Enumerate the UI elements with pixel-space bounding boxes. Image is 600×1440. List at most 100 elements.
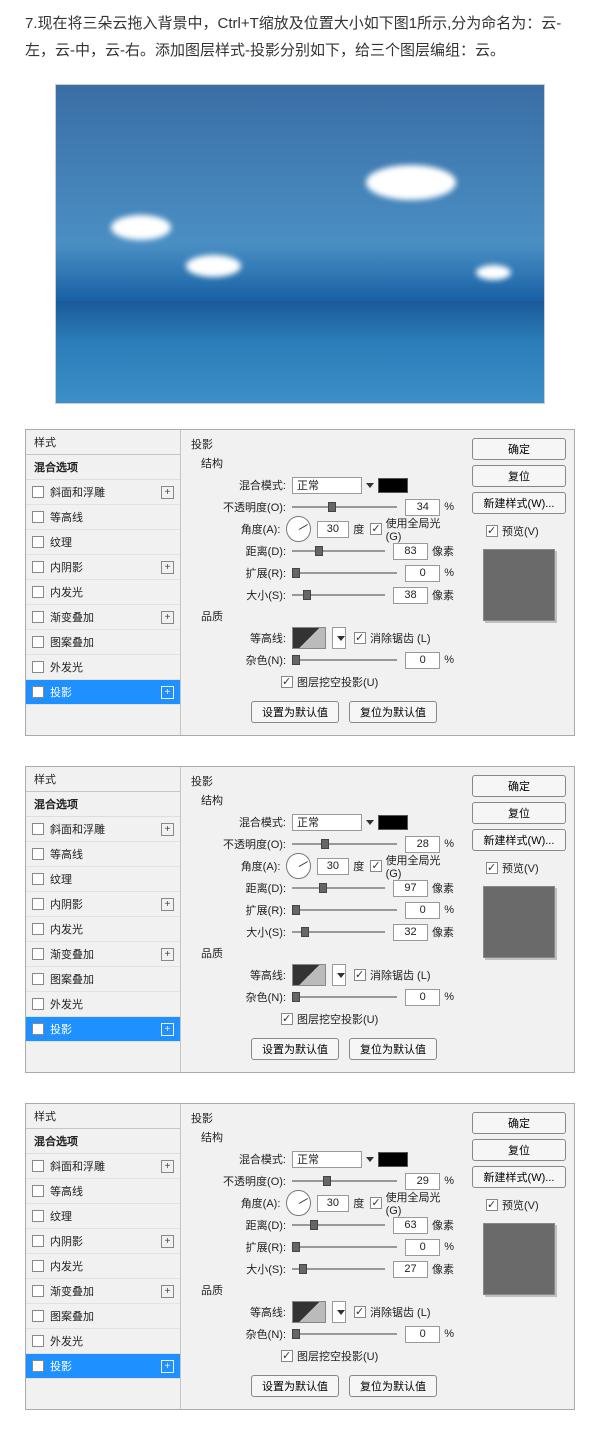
new-style-button[interactable]: 新建样式(W)...: [472, 492, 566, 514]
style-texture[interactable]: 纹理: [26, 1204, 180, 1229]
angle-input[interactable]: 30: [317, 858, 350, 875]
style-outer-glow[interactable]: 外发光: [26, 1329, 180, 1354]
color-swatch[interactable]: [378, 478, 408, 493]
distance-input[interactable]: 97: [393, 880, 428, 897]
angle-dial[interactable]: [286, 1190, 310, 1216]
opacity-input[interactable]: 29: [405, 1173, 440, 1190]
style-gradient-overlay[interactable]: 渐变叠加+: [26, 1279, 180, 1304]
style-gradient-overlay[interactable]: 渐变叠加+: [26, 942, 180, 967]
opacity-input[interactable]: 34: [405, 499, 440, 516]
opacity-slider[interactable]: [292, 506, 397, 508]
style-bevel[interactable]: 斜面和浮雕+: [26, 480, 180, 505]
antialias-checkbox[interactable]: [354, 632, 366, 644]
style-drop-shadow[interactable]: 投影+: [26, 1017, 180, 1042]
chevron-down-icon[interactable]: [332, 627, 346, 649]
size-input[interactable]: 38: [393, 587, 428, 604]
style-pattern-overlay[interactable]: 图案叠加: [26, 630, 180, 655]
chevron-down-icon[interactable]: [366, 483, 374, 488]
distance-slider[interactable]: [292, 887, 385, 889]
blending-options-row[interactable]: 混合选项: [26, 455, 180, 480]
reset-default-button[interactable]: 复位为默认值: [349, 701, 437, 723]
preview-checkbox[interactable]: [486, 525, 498, 537]
chevron-down-icon[interactable]: [366, 1157, 374, 1162]
chevron-down-icon[interactable]: [332, 964, 346, 986]
knockout-checkbox[interactable]: [281, 676, 293, 688]
spread-slider[interactable]: [292, 1246, 397, 1248]
knockout-checkbox[interactable]: [281, 1350, 293, 1362]
angle-dial[interactable]: [286, 853, 310, 879]
noise-slider[interactable]: [292, 996, 397, 998]
plus-icon[interactable]: +: [161, 948, 174, 961]
style-contour[interactable]: 等高线: [26, 1179, 180, 1204]
noise-slider[interactable]: [292, 659, 397, 661]
plus-icon[interactable]: +: [161, 1160, 174, 1173]
noise-slider[interactable]: [292, 1333, 397, 1335]
blend-mode-select[interactable]: 正常: [292, 1151, 362, 1168]
style-texture[interactable]: 纹理: [26, 867, 180, 892]
style-inner-glow[interactable]: 内发光: [26, 917, 180, 942]
spread-slider[interactable]: [292, 572, 397, 574]
spread-slider[interactable]: [292, 909, 397, 911]
style-inner-glow[interactable]: 内发光: [26, 1254, 180, 1279]
plus-icon[interactable]: +: [161, 686, 174, 699]
chevron-down-icon[interactable]: [366, 820, 374, 825]
chevron-down-icon[interactable]: [332, 1301, 346, 1323]
style-inner-shadow[interactable]: 内阴影+: [26, 555, 180, 580]
noise-input[interactable]: 0: [405, 989, 440, 1006]
reset-default-button[interactable]: 复位为默认值: [349, 1038, 437, 1060]
plus-icon[interactable]: +: [161, 1023, 174, 1036]
spread-input[interactable]: 0: [405, 565, 440, 582]
distance-input[interactable]: 83: [393, 543, 428, 560]
plus-icon[interactable]: +: [161, 1285, 174, 1298]
noise-input[interactable]: 0: [405, 652, 440, 669]
reset-button[interactable]: 复位: [472, 1139, 566, 1161]
noise-input[interactable]: 0: [405, 1326, 440, 1343]
color-swatch[interactable]: [378, 815, 408, 830]
distance-slider[interactable]: [292, 550, 385, 552]
style-pattern-overlay[interactable]: 图案叠加: [26, 1304, 180, 1329]
ok-button[interactable]: 确定: [472, 438, 566, 460]
size-input[interactable]: 27: [393, 1261, 428, 1278]
size-slider[interactable]: [292, 931, 385, 933]
style-drop-shadow[interactable]: 投影+: [26, 680, 180, 705]
style-inner-shadow[interactable]: 内阴影+: [26, 892, 180, 917]
plus-icon[interactable]: +: [161, 1235, 174, 1248]
style-drop-shadow[interactable]: 投影+: [26, 1354, 180, 1379]
antialias-checkbox[interactable]: [354, 1306, 366, 1318]
blending-options-row[interactable]: 混合选项: [26, 1129, 180, 1154]
color-swatch[interactable]: [378, 1152, 408, 1167]
distance-slider[interactable]: [292, 1224, 385, 1226]
preview-checkbox[interactable]: [486, 862, 498, 874]
size-slider[interactable]: [292, 594, 385, 596]
contour-picker[interactable]: [292, 627, 326, 649]
size-slider[interactable]: [292, 1268, 385, 1270]
size-input[interactable]: 32: [393, 924, 428, 941]
style-contour[interactable]: 等高线: [26, 842, 180, 867]
contour-picker[interactable]: [292, 1301, 326, 1323]
set-default-button[interactable]: 设置为默认值: [251, 701, 339, 723]
plus-icon[interactable]: +: [161, 1360, 174, 1373]
spread-input[interactable]: 0: [405, 902, 440, 919]
new-style-button[interactable]: 新建样式(W)...: [472, 1166, 566, 1188]
antialias-checkbox[interactable]: [354, 969, 366, 981]
opacity-slider[interactable]: [292, 843, 397, 845]
contour-picker[interactable]: [292, 964, 326, 986]
opacity-slider[interactable]: [292, 1180, 397, 1182]
knockout-checkbox[interactable]: [281, 1013, 293, 1025]
global-light-checkbox[interactable]: [370, 523, 381, 535]
style-inner-glow[interactable]: 内发光: [26, 580, 180, 605]
style-gradient-overlay[interactable]: 渐变叠加+: [26, 605, 180, 630]
ok-button[interactable]: 确定: [472, 1112, 566, 1134]
set-default-button[interactable]: 设置为默认值: [251, 1375, 339, 1397]
spread-input[interactable]: 0: [405, 1239, 440, 1256]
opacity-input[interactable]: 28: [405, 836, 440, 853]
plus-icon[interactable]: +: [161, 486, 174, 499]
set-default-button[interactable]: 设置为默认值: [251, 1038, 339, 1060]
plus-icon[interactable]: +: [161, 823, 174, 836]
style-texture[interactable]: 纹理: [26, 530, 180, 555]
style-outer-glow[interactable]: 外发光: [26, 655, 180, 680]
preview-checkbox[interactable]: [486, 1199, 498, 1211]
angle-dial[interactable]: [286, 516, 310, 542]
angle-input[interactable]: 30: [317, 1195, 350, 1212]
blending-options-row[interactable]: 混合选项: [26, 792, 180, 817]
